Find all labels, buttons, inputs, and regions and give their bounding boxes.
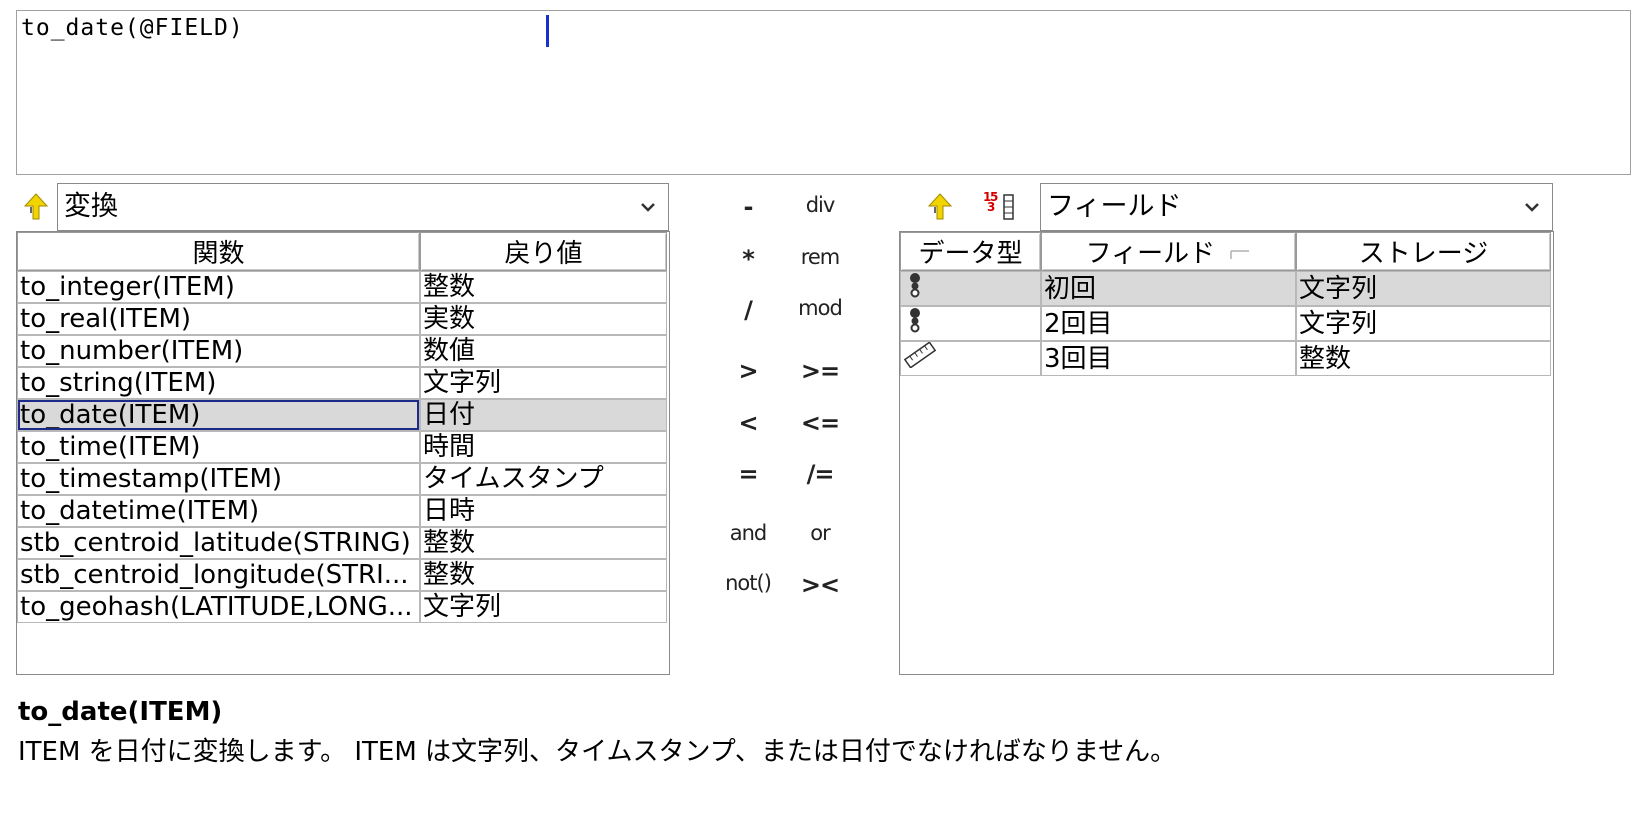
return-value-cell[interactable]: 実数 (420, 303, 667, 335)
data-type-cell[interactable] (900, 341, 1041, 376)
data-type-cell[interactable] (900, 271, 1041, 306)
sort-indicator-icon (1230, 249, 1250, 259)
operator-button[interactable]: - (723, 193, 773, 221)
field-table: データ型 フィールド ストレージ 初回 文字列 2回目 文字列 3回目 整数 (900, 232, 1551, 376)
function-name-cell[interactable]: to_string(ITEM) (17, 367, 420, 399)
operator-palette: - div * rem / mod > >= < <= = /= and or not() >< (700, 185, 870, 615)
function-row[interactable]: stb_centroid_latitude(STRING) 整数 (17, 527, 667, 559)
return-value-cell[interactable]: タイムスタンプ (420, 463, 667, 495)
return-value-cell[interactable]: 整数 (420, 271, 667, 303)
expression-editor[interactable]: to_date(@FIELD) (16, 10, 1631, 175)
move-up-icon[interactable] (926, 191, 954, 227)
chevron-down-icon (641, 203, 655, 212)
column-header-field-label: フィールド (1085, 239, 1216, 269)
column-header-return-value[interactable]: 戻り値 (420, 232, 667, 271)
function-row[interactable]: to_datetime(ITEM) 日時 (17, 495, 667, 527)
storage-cell[interactable]: 文字列 (1296, 306, 1551, 341)
help-title: to_date(ITEM) (18, 697, 223, 727)
function-name-cell[interactable]: to_integer(ITEM) (17, 271, 420, 303)
return-value-cell[interactable]: 文字列 (420, 591, 667, 623)
return-value-cell[interactable]: 整数 (420, 527, 667, 559)
help-description: ITEM を日付に変換します。 ITEM は文字列、タイムスタンプ、または日付で… (18, 737, 1177, 767)
storage-cell[interactable]: 文字列 (1296, 271, 1551, 306)
categorical-icon (903, 272, 927, 305)
function-name-cell[interactable]: to_timestamp(ITEM) (17, 463, 420, 495)
function-row[interactable]: to_real(ITEM) 実数 (17, 303, 667, 335)
field-row[interactable]: 3回目 整数 (900, 341, 1551, 376)
field-list-panel[interactable]: データ型 フィールド ストレージ 初回 文字列 2回目 文字列 3回目 整数 (899, 231, 1554, 675)
categorical-icon (903, 307, 927, 340)
function-name-cell[interactable]: to_geohash(LATITUDE,LONG... (17, 591, 420, 623)
field-name-cell[interactable]: 3回目 (1041, 341, 1296, 376)
return-value-cell[interactable]: 日付 (420, 399, 667, 431)
operator-button[interactable]: rem (795, 245, 845, 269)
function-name-cell[interactable]: stb_centroid_latitude(STRING) (17, 527, 420, 559)
operator-button[interactable]: >< (795, 571, 845, 599)
field-values-icon[interactable]: 1 5 3 (982, 189, 1018, 227)
field-row[interactable]: 2回目 文字列 (900, 306, 1551, 341)
function-row[interactable]: to_time(ITEM) 時間 (17, 431, 667, 463)
field-source-select[interactable]: フィールド (1040, 183, 1553, 231)
return-value-cell[interactable]: 時間 (420, 431, 667, 463)
function-name-cell[interactable]: to_datetime(ITEM) (17, 495, 420, 527)
function-name-cell[interactable]: to_real(ITEM) (17, 303, 420, 335)
return-value-cell[interactable]: 整数 (420, 559, 667, 591)
function-row[interactable]: to_number(ITEM) 数値 (17, 335, 667, 367)
return-value-cell[interactable]: 数値 (420, 335, 667, 367)
continuous-ruler-icon (903, 342, 937, 375)
expression-text[interactable]: to_date(@FIELD) (21, 15, 244, 41)
function-category-select[interactable]: 変換 (57, 183, 669, 231)
function-row[interactable]: to_geohash(LATITUDE,LONG... 文字列 (17, 591, 667, 623)
function-table: 関数 戻り値 to_integer(ITEM) 整数 to_real(ITEM) 実数… (17, 232, 667, 623)
text-caret (546, 15, 549, 47)
function-name-cell[interactable]: to_time(ITEM) (17, 431, 420, 463)
field-source-value: フィールド (1047, 191, 1182, 222)
svg-text:3: 3 (987, 200, 995, 214)
data-type-cell[interactable] (900, 306, 1041, 341)
operator-button[interactable]: > (723, 357, 773, 385)
operator-button[interactable]: or (795, 521, 845, 545)
return-value-cell[interactable]: 文字列 (420, 367, 667, 399)
function-name-cell[interactable]: to_date(ITEM) (17, 399, 420, 431)
column-header-function[interactable]: 関数 (17, 232, 420, 271)
function-row[interactable]: to_integer(ITEM) 整数 (17, 271, 667, 303)
operator-button[interactable]: = (723, 460, 773, 488)
field-name-cell[interactable]: 初回 (1041, 271, 1296, 306)
function-row[interactable]: to_string(ITEM) 文字列 (17, 367, 667, 399)
column-header-field[interactable]: フィールド (1041, 232, 1296, 271)
operator-button[interactable]: / (723, 296, 773, 324)
operator-button[interactable]: and (723, 521, 773, 545)
function-list-panel[interactable]: 関数 戻り値 to_integer(ITEM) 整数 to_real(ITEM) 実数… (16, 231, 670, 675)
function-row[interactable]: to_timestamp(ITEM) タイムスタンプ (17, 463, 667, 495)
move-up-icon[interactable] (22, 191, 50, 227)
operator-button[interactable]: <= (795, 409, 845, 437)
function-name-cell[interactable]: to_number(ITEM) (17, 335, 420, 367)
operator-button[interactable]: /= (795, 460, 845, 488)
operator-button[interactable]: div (795, 193, 845, 217)
function-category-value: 変換 (64, 191, 118, 222)
field-row[interactable]: 初回 文字列 (900, 271, 1551, 306)
function-row[interactable]: stb_centroid_longitude(STRI... 整数 (17, 559, 667, 591)
return-value-cell[interactable]: 日時 (420, 495, 667, 527)
storage-cell[interactable]: 整数 (1296, 341, 1551, 376)
operator-button[interactable]: mod (795, 296, 845, 320)
column-header-storage[interactable]: ストレージ (1296, 232, 1551, 271)
chevron-down-icon (1525, 203, 1539, 212)
field-name-cell[interactable]: 2回目 (1041, 306, 1296, 341)
column-header-data-type[interactable]: データ型 (900, 232, 1041, 271)
operator-button[interactable]: * (723, 245, 773, 273)
operator-button[interactable]: < (723, 409, 773, 437)
function-row[interactable]: to_date(ITEM) 日付 (17, 399, 667, 431)
operator-button[interactable]: not() (723, 571, 773, 595)
operator-button[interactable]: >= (795, 357, 845, 385)
function-name-cell[interactable]: stb_centroid_longitude(STRI... (17, 559, 420, 591)
